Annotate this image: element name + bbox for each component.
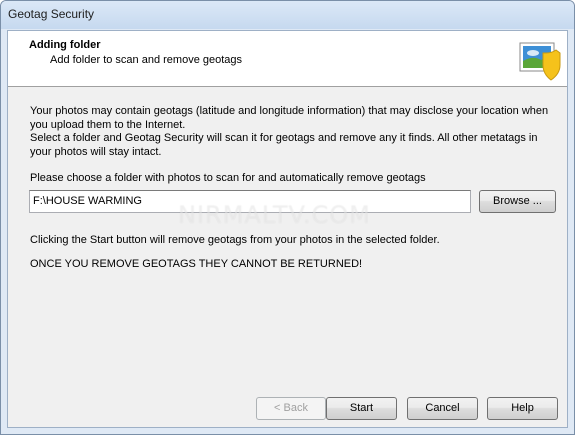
choose-folder-label: Please choose a folder with photos to sc… [30,172,426,184]
wizard-header: Adding folder Add folder to scan and rem… [8,31,567,87]
help-button[interactable]: Help [487,397,558,420]
page-subtitle: Add folder to scan and remove geotags [50,54,243,66]
page-title: Adding folder [29,39,101,51]
photo-shield-icon [519,42,561,81]
folder-path-input[interactable]: F:\HOUSE WARMING [29,190,471,213]
warning-text: ONCE YOU REMOVE GEOTAGS THEY CANNOT BE R… [30,258,363,270]
cancel-button[interactable]: Cancel [407,397,478,420]
dialog-window: Geotag Security Adding folder Add folder… [0,0,575,435]
browse-button[interactable]: Browse ... [479,190,556,213]
dialog-client-area: Adding folder Add folder to scan and rem… [7,30,568,428]
intro-paragraph: Your photos may contain geotags (latitud… [30,105,549,131]
back-button[interactable]: < Back [256,397,326,420]
window-title: Geotag Security [8,7,95,21]
scan-paragraph: Select a folder and Geotag Security will… [30,132,538,158]
start-note: Clicking the Start button will remove ge… [30,234,440,246]
title-bar[interactable]: Geotag Security [1,1,574,29]
start-button[interactable]: Start [326,397,397,420]
